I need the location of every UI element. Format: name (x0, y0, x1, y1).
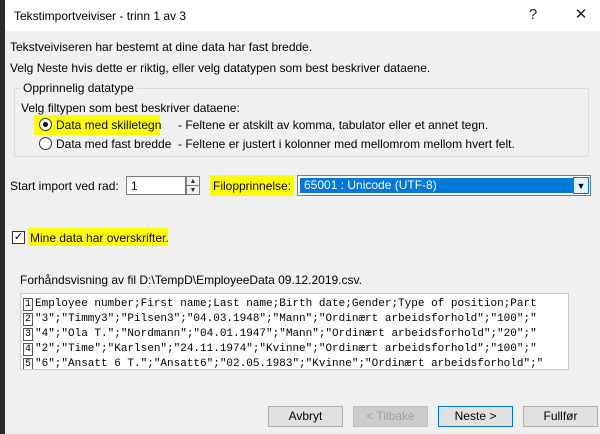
window-title: Tekstimportveiviser - trinn 1 av 3 (14, 9, 187, 23)
back-button[interactable]: < Tilbake (353, 406, 428, 427)
preview-line: 4 "2";"Time";"Karlsen";"24.11.1974";"Kvin… (23, 342, 537, 357)
help-icon[interactable]: ? (522, 4, 544, 26)
start-row-label: Start import ved rad: (10, 179, 119, 193)
headers-checkbox-label[interactable]: Mine data har overskrifter. (30, 231, 169, 245)
intro-text-2: Velg Neste hvis dette er riktig, eller v… (10, 61, 431, 75)
line-number: 2 (23, 313, 33, 326)
cancel-button[interactable]: Avbryt (268, 406, 343, 427)
file-origin-select[interactable]: 65001 : Unicode (UTF-8) ▼ (297, 175, 591, 196)
line-text: "2";"Time";"Karlsen";"24.11.1974";"Kvinn… (35, 343, 537, 355)
preview-line: 3 "4";"Ola T.";"Nordmann";"04.01.1947";"M… (23, 327, 537, 342)
line-text: "4";"Ola T.";"Nordmann";"04.01.1947";"Ma… (35, 328, 537, 340)
preview-pane[interactable]: 1 Employee number;First name;Last name;Bi… (20, 293, 569, 370)
radio-delimited-label[interactable]: Data med skilletegn (56, 118, 161, 132)
datatype-prompt: Velg filtypen som best beskriver dataene… (21, 101, 240, 115)
line-text: "6";"Ansatt 6 T.";"Ansatt6";"02.05.1983"… (35, 358, 544, 370)
line-number: 3 (23, 328, 33, 341)
line-text: Employee number;First name;Last name;Bir… (35, 298, 537, 310)
headers-checkbox[interactable]: ✓ (12, 231, 25, 244)
radio-fixed-width-label[interactable]: Data med fast bredde (56, 137, 171, 151)
spin-up-icon[interactable]: ▲ (187, 177, 199, 186)
line-number: 5 (23, 358, 33, 370)
preview-line: 2 "3";"Timmy3";"Pilsen3";"04.03.1948";"Ma… (23, 312, 537, 327)
radio-fixed-width-desc: - Feltene er justert i kolonner med mell… (178, 137, 515, 151)
line-text: "3";"Timmy3";"Pilsen3";"04.03.1948";"Man… (35, 313, 537, 325)
line-number: 4 (23, 343, 33, 356)
line-number: 1 (23, 298, 33, 311)
intro-text-1: Tekstveiviseren har bestemt at dine data… (10, 40, 313, 54)
file-origin-label: Filopprinnelse: (213, 179, 292, 193)
chevron-down-icon[interactable]: ▼ (573, 177, 589, 194)
radio-delimited-desc: - Feltene er atskilt av komma, tabulator… (178, 118, 489, 132)
finish-button[interactable]: Fullfør (523, 406, 598, 427)
next-button[interactable]: Neste > (438, 406, 513, 427)
preview-line: 5 "6";"Ansatt 6 T.";"Ansatt6";"02.05.1983… (23, 357, 544, 370)
preview-title: Forhåndsvisning av fil D:\TempD\Employee… (20, 273, 362, 287)
spin-down-icon[interactable]: ▼ (187, 186, 199, 195)
datatype-group-title: Opprinnelig datatype (20, 81, 137, 95)
background-strip (0, 0, 5, 434)
close-icon[interactable]: ✕ (570, 4, 592, 26)
title-bar: Tekstimportveiviser - trinn 1 av 3 ? ✕ (5, 0, 600, 31)
radio-delimited[interactable] (39, 118, 52, 131)
start-row-spinner[interactable]: ▲ ▼ (186, 176, 200, 195)
radio-fixed-width[interactable] (39, 137, 52, 150)
start-row-input[interactable]: 1 (126, 176, 186, 195)
file-origin-value[interactable]: 65001 : Unicode (UTF-8) (300, 178, 578, 193)
preview-line: 1 Employee number;First name;Last name;Bi… (23, 297, 537, 312)
